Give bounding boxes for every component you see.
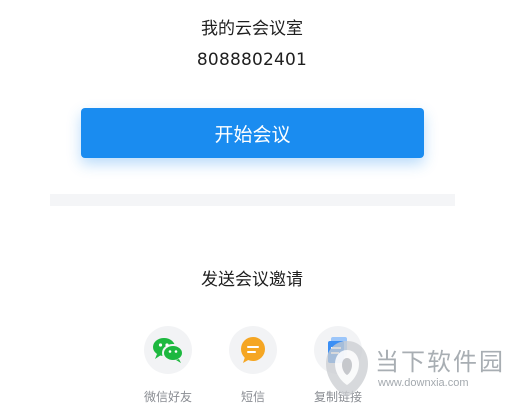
start-meeting-button[interactable]: 开始会议 (81, 108, 424, 158)
room-number: 8088802401 (196, 50, 308, 70)
sms-icon (229, 326, 277, 374)
wechat-icon (144, 326, 192, 374)
copy-link-icon (314, 326, 362, 374)
room-title: 我的云会议室 (201, 19, 303, 39)
section-divider (50, 194, 455, 206)
share-copy-link-label: 复制链接 (313, 390, 362, 404)
share-copy-link-button[interactable]: 复制链接 (303, 326, 373, 405)
share-wechat-button[interactable]: 微信好友 (133, 326, 203, 405)
share-sms-button[interactable]: 短信 (218, 326, 288, 405)
share-wechat-label: 微信好友 (143, 390, 192, 404)
share-sms-label: 短信 (240, 390, 265, 404)
share-options: 微信好友 短信 复制链接 (0, 326, 512, 414)
invite-title: 发送会议邀请 (201, 270, 303, 290)
meeting-room-page: 我的云会议室 8088802401 开始会议 发送会议邀请 微信好友 短信 复制… (0, 0, 512, 414)
